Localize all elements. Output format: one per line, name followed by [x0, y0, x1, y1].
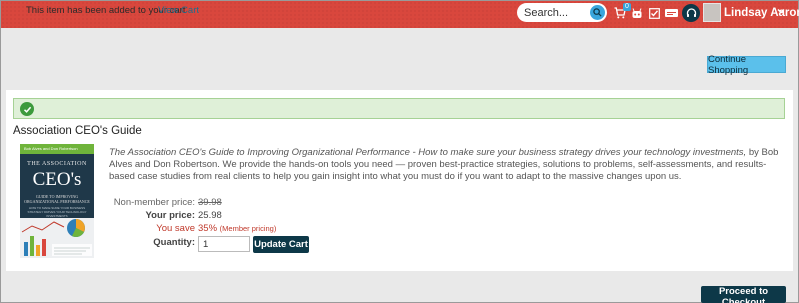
you-save-value: 35% (Member pricing) [198, 223, 276, 234]
search-button[interactable] [590, 5, 605, 20]
book-cover-image: Bob Alves and Don Robertson THE ASSOCIAT… [20, 144, 94, 258]
avatar[interactable] [703, 3, 721, 22]
news-icon [665, 9, 678, 17]
support-button[interactable] [682, 4, 700, 22]
proceed-to-checkout-button[interactable]: Proceed to Checkout [701, 286, 786, 303]
quantity-input[interactable] [198, 236, 250, 252]
your-price-label: Your price: [145, 210, 195, 221]
quantity-label: Quantity: [153, 237, 195, 248]
robot-link[interactable] [630, 5, 644, 21]
headset-icon [686, 7, 696, 17]
check-circle-icon [20, 102, 34, 116]
description-italic: The Association CEO's Guide to Improving… [109, 147, 747, 158]
you-save-label: You save [156, 223, 195, 234]
non-member-price-label: Non-member price: [113, 197, 195, 208]
member-pricing-note: (Member pricing) [219, 224, 277, 233]
user-name[interactable]: Lindsay Aaron [724, 7, 799, 19]
non-member-price-value: 39.98 [198, 197, 222, 208]
added-to-cart-alert [13, 98, 785, 119]
product-title: Association CEO's Guide [13, 125, 142, 137]
search-icon [593, 8, 602, 17]
news-link[interactable] [664, 5, 679, 21]
search-input[interactable] [524, 5, 586, 20]
continue-shopping-button[interactable]: Continue Shopping [707, 54, 786, 76]
product-description: The Association CEO's Guide to Improving… [109, 147, 789, 184]
robot-icon [632, 7, 642, 18]
checklist-link[interactable] [647, 5, 661, 21]
update-cart-button[interactable]: Update Cart [253, 236, 309, 253]
search-box [517, 3, 607, 22]
your-price-value: 25.98 [198, 210, 222, 221]
view-cart-link[interactable]: View Cart [158, 5, 199, 16]
chevron-down-icon[interactable] [777, 7, 785, 15]
checklist-icon [648, 7, 660, 19]
save-percent: 35% [198, 223, 218, 234]
